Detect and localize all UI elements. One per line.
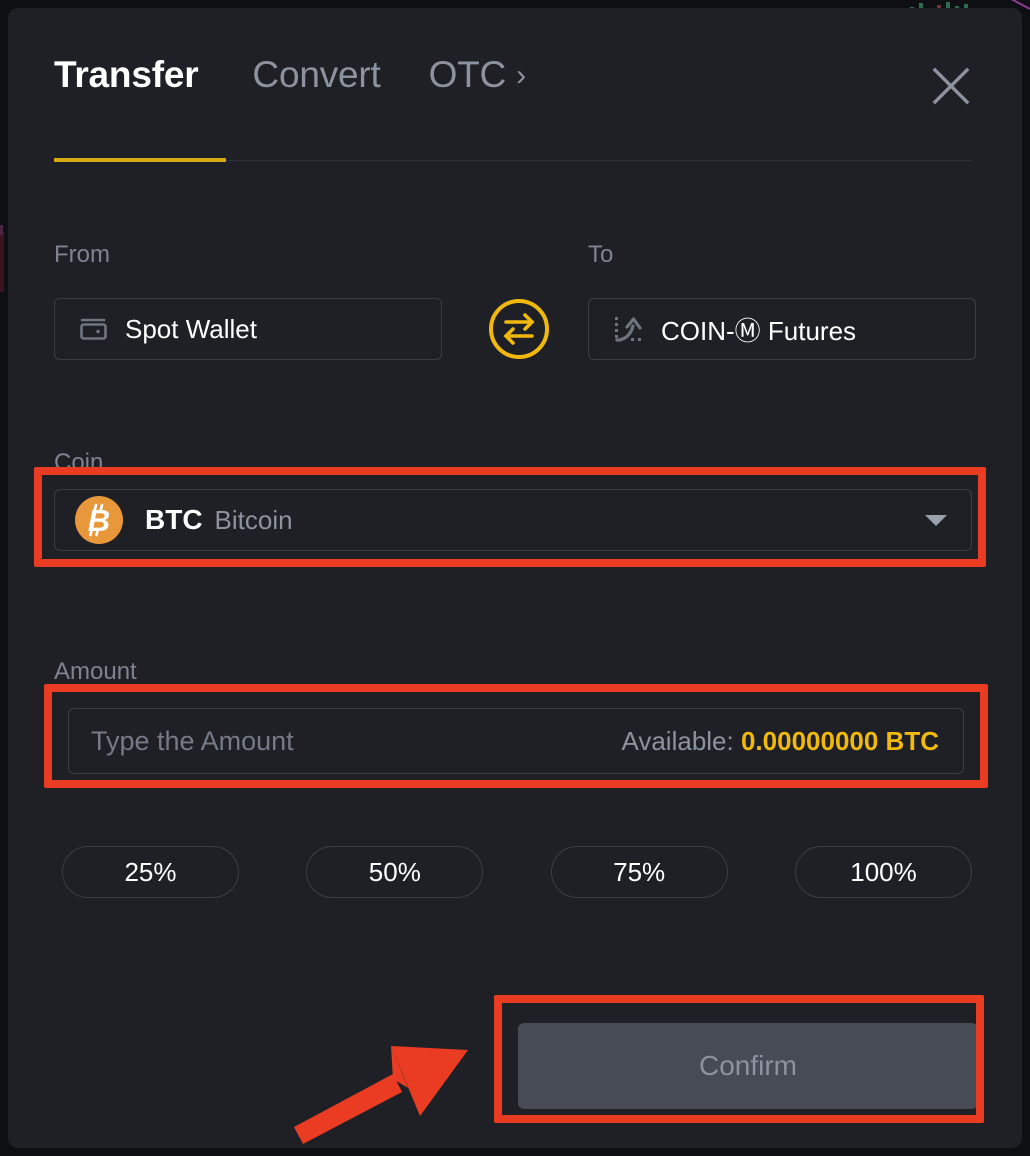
available-balance: Available: 0.00000000 BTC [621, 726, 939, 757]
chevron-right-icon: › [516, 59, 527, 92]
percent-button-25[interactable]: 25% [62, 846, 239, 898]
bitcoin-coin-icon: B [75, 496, 123, 544]
coin-full-name: Bitcoin [214, 504, 293, 535]
amount-field[interactable]: Available: 0.00000000 BTC [68, 708, 964, 774]
coin-symbol: BTC [145, 504, 203, 535]
amount-input[interactable] [91, 725, 606, 757]
tab-convert[interactable]: Convert [252, 54, 380, 96]
percent-button-50[interactable]: 50% [306, 846, 484, 898]
close-icon[interactable] [920, 60, 982, 110]
confirm-button[interactable]: Confirm [518, 1023, 978, 1109]
tab-otc-label: OTC [428, 54, 507, 95]
from-wallet-value: Spot Wallet [125, 313, 257, 344]
available-value: 0.00000000 BTC [740, 725, 939, 756]
transfer-modal: Transfer Convert OTC › From Spot Wallet [8, 8, 1022, 1148]
futures-growth-arrow-icon [611, 312, 647, 346]
chevron-down-icon[interactable] [925, 514, 947, 526]
wallet-card-icon [77, 314, 111, 344]
available-label: Available: [621, 725, 734, 756]
tab-otc[interactable]: OTC › [429, 54, 527, 96]
from-wallet-select[interactable]: Spot Wallet [54, 298, 442, 360]
background-left-edge [0, 232, 4, 292]
coin-selector[interactable]: B BTC Bitcoin [54, 489, 972, 551]
swap-direction-button[interactable] [486, 296, 552, 362]
percent-button-75[interactable]: 75% [550, 846, 728, 898]
to-wallet-select[interactable]: COIN-Ⓜ Futures [588, 298, 976, 360]
coin-label: Coin [54, 449, 104, 476]
modal-tab-bar: Transfer Convert OTC › [54, 54, 526, 96]
percent-shortcut-row: 25% 50% 75% 100% [62, 846, 972, 898]
background-left-edge-accent [0, 225, 3, 235]
active-tab-indicator [54, 158, 226, 162]
amount-label: Amount [54, 658, 137, 685]
percent-button-100[interactable]: 100% [794, 846, 972, 898]
to-wallet-value: COIN-Ⓜ Futures [661, 315, 857, 346]
tab-transfer[interactable]: Transfer [54, 54, 199, 96]
from-label: From [54, 241, 110, 268]
to-label: To [588, 241, 614, 268]
